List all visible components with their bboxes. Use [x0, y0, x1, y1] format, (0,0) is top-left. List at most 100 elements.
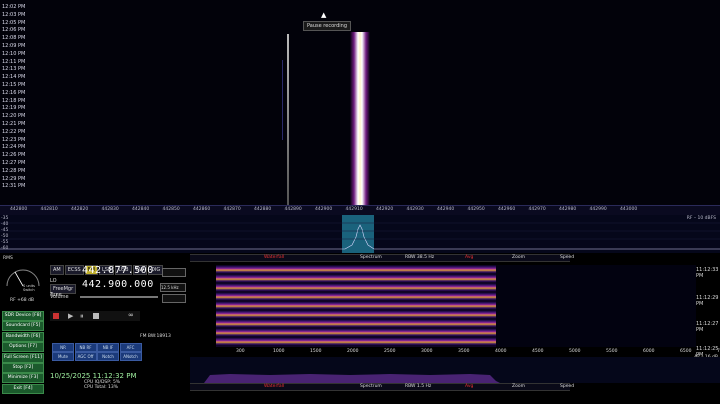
frequency-tick: 442940	[437, 207, 455, 212]
rbw-label-2[interactable]: RBW 1.5 Hz	[405, 384, 431, 389]
tune-value[interactable]: 442.900.000	[82, 279, 154, 290]
rbw-label[interactable]: RBW 38.5 Hz	[405, 255, 434, 260]
af-tick: 4000	[495, 349, 507, 354]
af-tick: 4500	[532, 349, 544, 354]
spectrum-label[interactable]: Spectrum	[360, 255, 382, 260]
frequency-tick: 442880	[254, 207, 272, 212]
af-tick: 300	[236, 349, 245, 354]
record-button[interactable]	[53, 313, 59, 319]
dsp-button-afc[interactable]: AFC	[119, 343, 142, 352]
speed-label[interactable]: Speed	[560, 255, 574, 260]
time-label: 12:11 PM	[2, 58, 26, 65]
af-time-label: 11:12:33 PM	[696, 267, 719, 279]
time-label: 12:20 PM	[2, 113, 26, 120]
smeter-label: S units Switch	[23, 284, 35, 292]
avg-label[interactable]: Avg	[465, 255, 473, 260]
time-label: 12:27 PM	[2, 160, 26, 166]
dsp-button-agc-off[interactable]: AGC Off	[74, 352, 97, 361]
dsp-button-nb-if[interactable]: NB IF	[97, 343, 119, 352]
top-settings-bar: Waterfall Spectrum RBW 38.5 Hz Avg Zoom …	[190, 254, 574, 262]
speed-label-2[interactable]: Speed	[560, 384, 574, 389]
avg-label-2[interactable]: Avg	[465, 384, 473, 389]
frequency-tick: 442900	[315, 207, 333, 212]
af-tick: 6500	[680, 349, 692, 354]
rf-spectrum[interactable]: -35 -40 -45 -50 -55 -60 RF – 10 dBFS	[0, 215, 720, 253]
time-label: 12:09 PM	[2, 43, 26, 49]
time-label: 12:22 PM	[2, 128, 26, 135]
side-button-sdr-device[interactable]: SDR Device [F8]	[2, 311, 44, 321]
af-tick: 3000	[421, 349, 433, 354]
lo-dropdown[interactable]	[162, 268, 186, 277]
side-button-key: F7	[29, 344, 36, 350]
side-button-stop[interactable]: Stop [F2]	[2, 363, 44, 373]
frequency-tick: 442960	[498, 207, 516, 212]
fm-bandwidth-label: FM BW:18913	[140, 334, 171, 339]
frequency-tick: 442830	[101, 207, 119, 212]
af-tick: 2000	[347, 349, 359, 354]
dsp-button-anotch[interactable]: ANotch	[119, 352, 142, 361]
pause-icon[interactable]: ⏸	[80, 312, 84, 321]
dsp-button-nr[interactable]: NR	[52, 343, 74, 352]
af-time-label: 11:12:27 PM	[696, 321, 719, 333]
waterfall-label[interactable]: Waterfall	[264, 255, 284, 260]
af-panel: Waterfall Spectrum RBW 38.5 Hz Avg Zoom …	[190, 253, 720, 404]
af-tick: 1500	[310, 349, 322, 354]
step-dropdown[interactable]: 12.5 kHz	[160, 283, 186, 292]
waterfall-display[interactable]: 12:02 PM 12:03 PM 12:05 PM 12:06 PM 12:08 PM…	[0, 0, 720, 205]
spectrum-label-2[interactable]: Spectrum	[360, 384, 382, 389]
time-label: 12:05 PM	[2, 19, 26, 26]
side-button-exit[interactable]: Exit [F4]	[2, 383, 44, 394]
frequency-tick: 442980	[559, 207, 577, 212]
dsp-button-nb-rf[interactable]: NB RF	[74, 343, 97, 352]
side-button-key: F11	[31, 354, 41, 360]
dsp-button-notch[interactable]: Notch	[97, 352, 119, 361]
side-button-key: F8	[34, 313, 40, 318]
frequency-tick: 442800	[10, 207, 28, 212]
transport-bar: ▶ ⏸ ∞	[50, 311, 140, 321]
time-label: 12:24 PM	[2, 144, 26, 151]
db-tick: -60	[1, 246, 9, 251]
side-button-label: Exit	[13, 385, 23, 391]
side-button-options[interactable]: Options [F7]	[2, 342, 44, 353]
lo-value[interactable]: 442.877.500	[82, 265, 154, 276]
time-label: 12:18 PM	[2, 97, 26, 104]
mode-tab-ecss[interactable]: ECSS	[64, 265, 84, 275]
waterfall-label-2[interactable]: Waterfall	[264, 384, 284, 389]
date-time: 10/25/2025 11:12:32 PM	[50, 372, 137, 380]
af-spectrum[interactable]	[190, 357, 720, 383]
side-button-key: F4	[25, 385, 31, 391]
af-tick: 2500	[384, 349, 396, 354]
frequency-tick: 442990	[589, 207, 607, 212]
side-button-label: SDR Device	[4, 313, 31, 318]
volume-dropdown[interactable]	[162, 294, 186, 303]
side-button-full-screen[interactable]: Full Screen [F11]	[2, 352, 44, 363]
time-label: 12:03 PM	[2, 11, 26, 18]
af-waterfall[interactable]	[216, 265, 496, 347]
frequency-tick: 442850	[162, 207, 180, 212]
play-icon[interactable]: ▶	[68, 312, 73, 320]
dsp-button-mute[interactable]: Mute	[52, 352, 74, 361]
af-frequency-ruler[interactable]: 300 1000 1500 2000 2500 3000 3500 4000 4500 5000 5…	[190, 349, 720, 355]
time-label: 12:16 PM	[2, 89, 26, 96]
volume-slider[interactable]	[80, 296, 158, 298]
side-button-soundcard[interactable]: Soundcard [F5]	[2, 321, 44, 332]
side-button-bandwidth[interactable]: Bandwidth [F6]	[2, 331, 44, 342]
time-label: 12:10 PM	[2, 50, 26, 57]
zoom-label-2[interactable]: Zoom	[512, 384, 525, 389]
time-label: 12:28 PM	[2, 167, 26, 174]
db-tick: -55	[1, 240, 9, 245]
rf-gain-label: RF +68 dB	[10, 298, 35, 303]
mouse-cursor-icon: ▲	[321, 11, 327, 19]
zoom-label[interactable]: Zoom	[512, 255, 525, 260]
side-button-key: F6	[32, 333, 39, 339]
rms-label: RMS	[3, 256, 13, 261]
side-button-label: Soundcard	[5, 323, 30, 329]
loop-icon[interactable]: ∞	[128, 311, 134, 319]
frequency-tick: 442970	[528, 207, 546, 212]
control-panel: AM ECSS FM LSB USB CW DIGFreeMgr RMS S units S…	[0, 253, 190, 404]
time-label: 12:08 PM	[2, 35, 26, 42]
side-button-minimize[interactable]: Minimize [F3]	[2, 373, 44, 384]
stop-icon[interactable]	[93, 313, 99, 319]
side-button-key: F3	[30, 375, 37, 381]
frequency-tick: 442910	[345, 207, 363, 212]
